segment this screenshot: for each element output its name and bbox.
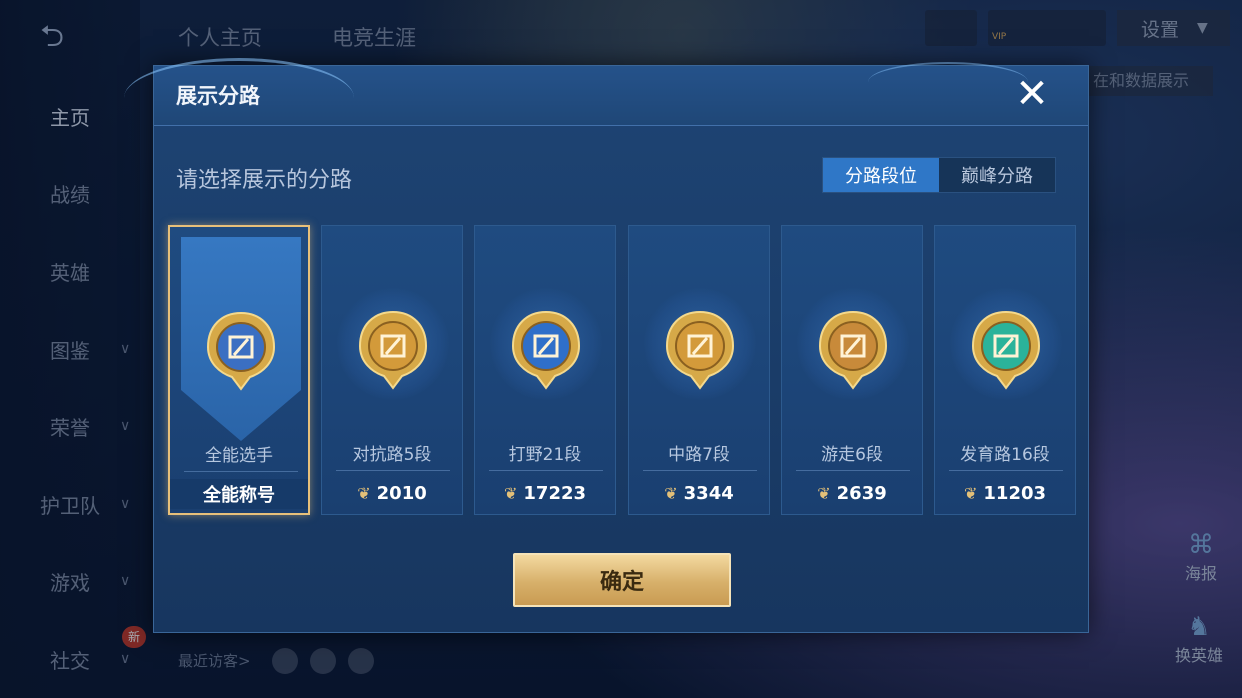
lane-name: 发育路16段 [960, 445, 1050, 465]
lane-name: 全能选手 [205, 446, 273, 466]
lane-name: 对抗路5段 [352, 445, 432, 465]
farm-lane-emblem-icon [971, 310, 1041, 390]
lane-card[interactable]: 发育路16段 ❦ 11203 [934, 225, 1076, 515]
all-round-emblem-icon [206, 311, 276, 391]
card-divider [489, 470, 603, 471]
card-divider [184, 471, 298, 472]
tab-lane-rank[interactable]: 分路段位 [823, 158, 939, 192]
dialog-subtitle: 请选择展示的分路 [176, 168, 353, 193]
clash-lane-emblem-icon [358, 310, 428, 390]
roam-wings-emblem-icon [818, 310, 888, 390]
jungle-dragon-emblem-icon [511, 310, 581, 390]
proficiency-points-icon: ❦ [357, 483, 371, 503]
lane-points: 2010 [376, 482, 427, 504]
lane-card[interactable]: 中路7段 ❦ 3344 [628, 225, 770, 515]
lane-points: 11203 [983, 482, 1047, 504]
lane-points: 2639 [836, 482, 887, 504]
lane-name: 游走6段 [821, 445, 883, 465]
card-footer: ❦ 3344 [629, 478, 769, 508]
tab-peak-lane[interactable]: 巅峰分路 [939, 158, 1055, 192]
card-footer: ❦ 2639 [782, 478, 922, 508]
close-button[interactable]: ✕ [1012, 74, 1052, 114]
lane-points: 3344 [683, 482, 734, 504]
lane-name: 中路7段 [668, 445, 730, 465]
mid-lane-emblem-icon [665, 310, 735, 390]
title-label: 全能称号 [203, 485, 275, 506]
close-icon: ✕ [1015, 71, 1049, 117]
card-divider [643, 470, 757, 471]
lane-mode-toggle: 分路段位 巅峰分路 [822, 157, 1056, 193]
display-lane-dialog: 展示分路 ✕ 请选择展示的分路 分路段位 巅峰分路 全能选手 全能称号 对抗路5段 ❦… [124, 58, 1089, 633]
lane-card[interactable]: 对抗路5段 ❦ 2010 [321, 225, 463, 515]
proficiency-points-icon: ❦ [963, 483, 978, 503]
card-footer: ❦ 2010 [322, 478, 462, 508]
card-divider [949, 470, 1063, 471]
lane-card[interactable]: 游走6段 ❦ 2639 [781, 225, 923, 515]
proficiency-points-icon: ❦ [503, 483, 518, 503]
proficiency-points-icon: ❦ [817, 483, 831, 503]
card-footer: 全能称号 [170, 479, 308, 509]
card-footer: ❦ 11203 [935, 478, 1075, 508]
confirm-button[interactable]: 确定 [513, 553, 731, 607]
proficiency-points-icon: ❦ [664, 483, 678, 503]
lane-name: 打野21段 [508, 445, 582, 465]
lane-card-list: 全能选手 全能称号 对抗路5段 ❦ 2010 打野21段 ❦ 17223 中路7段 ❦ 3344 游走… [168, 225, 1078, 515]
lane-card[interactable]: 全能选手 全能称号 [168, 225, 310, 515]
card-divider [336, 470, 450, 471]
dialog-title: 展示分路 [176, 84, 260, 108]
lane-card[interactable]: 打野21段 ❦ 17223 [474, 225, 616, 515]
lane-points: 17223 [523, 482, 587, 504]
dialog-header: 展示分路 ✕ [124, 58, 1088, 126]
card-footer: ❦ 17223 [475, 478, 615, 508]
decorative-swoosh [868, 62, 1028, 102]
card-divider [796, 470, 910, 471]
